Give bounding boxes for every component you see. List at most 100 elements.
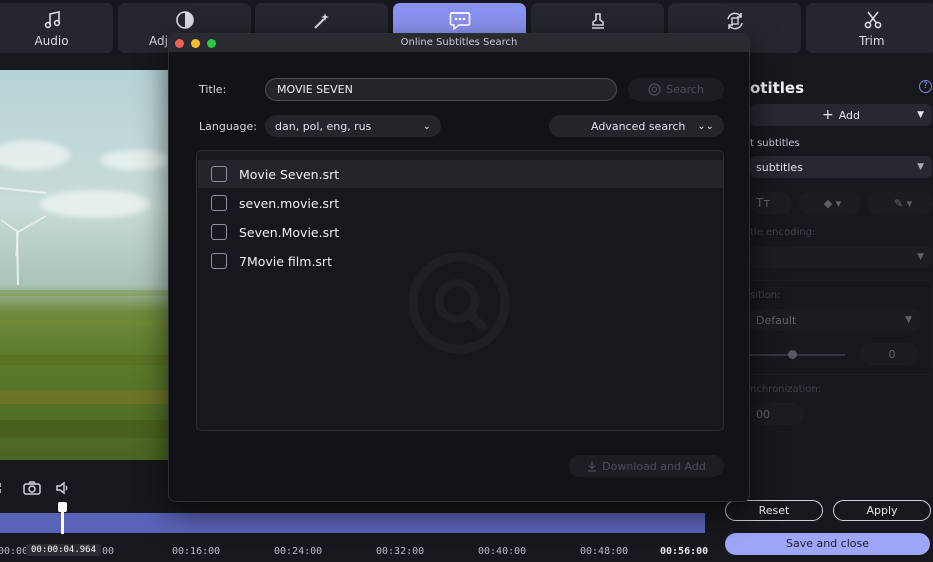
language-value: dan, pol, eng, rus: [275, 119, 372, 133]
result-row[interactable]: Seven.Movie.srt: [198, 218, 723, 246]
result-name: Movie Seven.srt: [239, 166, 340, 182]
save-and-close-button[interactable]: Save and close: [725, 533, 930, 555]
camera-icon: [23, 481, 41, 495]
minimize-window-button[interactable]: [191, 39, 200, 48]
tick-label: 00:16:00: [172, 546, 221, 557]
playhead-handle[interactable]: [58, 502, 67, 534]
encoding-label: tle encoding:: [750, 227, 816, 238]
fullscreen-button[interactable]: [0, 480, 8, 500]
text-color-button[interactable]: ◆ ▾: [798, 192, 861, 214]
subtitles-search-dialog: Online Subtitles Search Title: Search La…: [168, 33, 750, 502]
field-row: [0, 355, 168, 365]
tick-label: 00:32:00: [376, 546, 425, 557]
fullscreen-icon: [0, 482, 1, 494]
tick-label: 00:40:00: [478, 546, 527, 557]
dialog-title: Online Subtitles Search: [400, 37, 518, 48]
result-checkbox[interactable]: [211, 195, 227, 211]
current-time-badge: 00:00:04.964: [26, 544, 102, 556]
tab-trim[interactable]: Trim: [806, 3, 933, 53]
download-and-add-button[interactable]: Download and Add: [569, 455, 724, 477]
search-button[interactable]: Search: [628, 78, 724, 101]
music-note-icon: [41, 9, 63, 31]
position-slider-handle[interactable]: [788, 350, 797, 359]
search-label: Search: [666, 83, 704, 96]
help-icon[interactable]: ?: [919, 80, 932, 93]
stamp-icon: [587, 10, 609, 32]
add-subtitles-button[interactable]: + Add ▼: [750, 104, 932, 126]
sync-label: nchronization:: [750, 384, 822, 395]
chevron-down-icon: ▼: [917, 162, 924, 172]
tab-trim-label: Trim: [859, 33, 885, 48]
chevron-down-icon: ▼: [917, 252, 924, 262]
text-size-icon: Tт: [756, 196, 771, 210]
cloud: [100, 150, 168, 170]
language-select[interactable]: dan, pol, eng, rus ⌄: [265, 115, 441, 137]
paint-bucket-icon: ◆ ▾: [823, 196, 842, 210]
result-row[interactable]: 7Movie film.srt: [198, 247, 723, 275]
results-list: Movie Seven.srt seven.movie.srt Seven.Mo…: [196, 150, 724, 431]
tick-label: 00: [102, 546, 115, 557]
result-row[interactable]: Movie Seven.srt: [198, 160, 723, 188]
volume-button[interactable]: [55, 480, 71, 500]
snapshot-button[interactable]: [23, 480, 41, 500]
add-label: Add: [838, 108, 861, 122]
advanced-search-label: Advanced search: [591, 119, 686, 133]
tick-label: 00:24:00: [274, 546, 323, 557]
app-window: Audio Adj Trim 00:00: 00 00:16:00 00:24:…: [0, 0, 933, 562]
result-checkbox[interactable]: [211, 166, 227, 182]
search-icon: [648, 83, 661, 96]
advanced-search-button[interactable]: Advanced search ⌄⌄: [549, 115, 724, 137]
encoding-select[interactable]: ▼: [750, 246, 932, 268]
position-stepper-value: 0: [888, 347, 896, 361]
title-input[interactable]: [265, 78, 617, 101]
subtitles-select-value: subtitles: [756, 160, 803, 174]
result-name: 7Movie film.srt: [239, 253, 332, 269]
font-size-button[interactable]: Tт: [750, 192, 792, 214]
field-row: [0, 390, 168, 404]
field-row: [0, 420, 168, 438]
speech-bubble-icon: [449, 10, 471, 32]
outline-color-button[interactable]: ✎ ▾: [867, 192, 933, 214]
position-select[interactable]: Default ▼: [750, 309, 920, 331]
rotate-icon: [724, 10, 746, 32]
video-preview[interactable]: [0, 70, 168, 460]
language-label: Language:: [199, 120, 257, 133]
wind-turbine-image: [0, 187, 47, 286]
section-label: t subtitles: [750, 138, 800, 149]
scissors-icon: [862, 9, 884, 31]
zoom-window-button[interactable]: [207, 39, 216, 48]
tab-audio[interactable]: Audio: [0, 3, 113, 53]
chevron-down-icon: ▼: [917, 110, 924, 120]
tick-label: 00:48:00: [580, 546, 629, 557]
close-window-button[interactable]: [175, 39, 184, 48]
position-label: sition:: [750, 290, 781, 301]
subtitles-select[interactable]: subtitles ▼: [750, 156, 932, 178]
pen-icon: ✎ ▾: [893, 196, 913, 210]
title-label: Title:: [199, 83, 227, 96]
tab-audio-label: Audio: [34, 33, 69, 48]
double-chevron-icon: ⌄⌄: [697, 120, 714, 132]
result-row[interactable]: seven.movie.srt: [198, 189, 723, 217]
dialog-titlebar: Online Subtitles Search: [169, 34, 749, 52]
sync-stepper[interactable]: 00: [750, 403, 804, 425]
sync-stepper-value: 00: [756, 407, 770, 421]
result-checkbox[interactable]: [211, 224, 227, 240]
timeline-track[interactable]: [0, 513, 705, 533]
magic-wand-icon: [311, 10, 333, 32]
field-row: [0, 320, 168, 326]
position-slider-track[interactable]: [750, 354, 845, 356]
position-select-value: Default: [756, 313, 797, 327]
result-name: Seven.Movie.srt: [239, 224, 340, 240]
download-icon: [588, 460, 597, 472]
reset-button[interactable]: Reset: [725, 500, 823, 521]
position-stepper[interactable]: 0: [860, 343, 918, 365]
chevron-down-icon: ⌄: [422, 120, 431, 132]
chevron-down-icon: ▼: [905, 315, 912, 325]
contrast-icon: [174, 9, 196, 31]
tab-adjust-label: Adj: [149, 33, 168, 48]
download-label: Download and Add: [602, 459, 706, 473]
plus-icon: +: [821, 107, 834, 123]
field-row: [0, 290, 168, 296]
result-checkbox[interactable]: [211, 253, 227, 269]
apply-button[interactable]: Apply: [833, 500, 931, 521]
